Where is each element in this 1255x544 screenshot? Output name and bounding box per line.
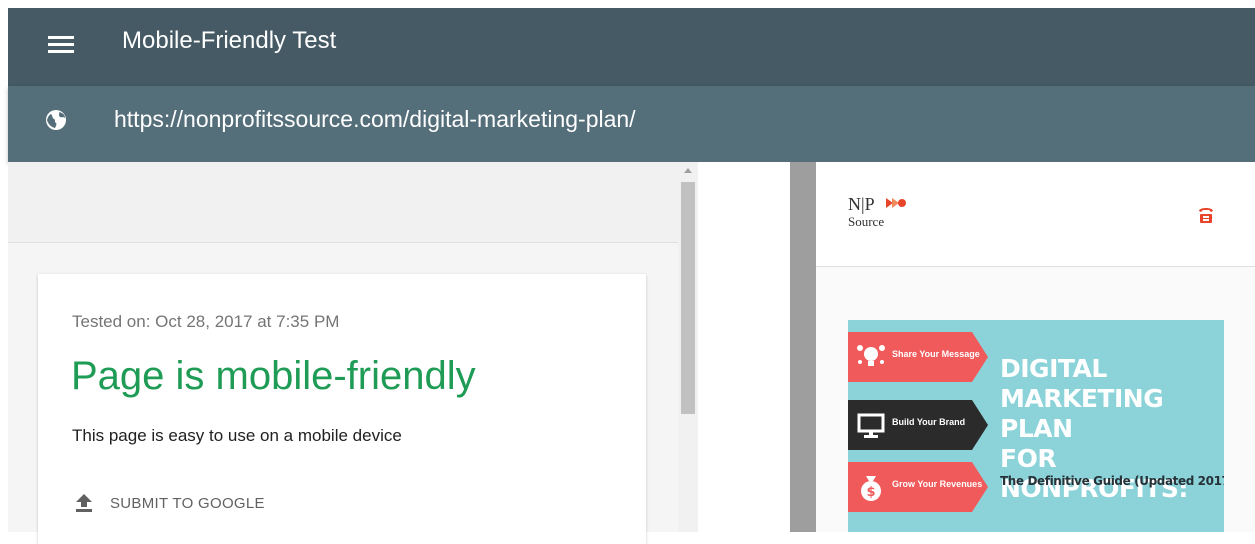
- logo-subtext: Source: [848, 214, 885, 229]
- submit-to-google-label: SUBMIT TO GOOGLE: [110, 494, 265, 512]
- banner-step-revenue: $ Grow Your Revenues: [848, 462, 988, 512]
- preview-site-header: N|P Source: [816, 162, 1255, 267]
- results-panel: Tested on: Oct 28, 2017 at 7:35 PM Page …: [8, 162, 678, 544]
- step-label: Share Your Message: [892, 349, 980, 359]
- status-title: Page is mobile-friendly: [71, 354, 476, 398]
- monitor-icon: [857, 413, 885, 438]
- phone-icon[interactable]: [1198, 206, 1214, 224]
- money-bag-icon: $: [861, 476, 881, 501]
- svg-text:$: $: [866, 485, 875, 500]
- banner-step-share: Share Your Message: [848, 332, 988, 382]
- scroll-up-arrow-icon[interactable]: [684, 168, 692, 173]
- logo-text: N|P: [848, 194, 875, 214]
- site-logo[interactable]: N|P Source: [848, 194, 918, 234]
- logo-arrows-icon: [886, 198, 906, 208]
- lightbulb-icon: [857, 345, 885, 366]
- globe-icon: [46, 110, 66, 130]
- banner-heading-line: DIGITAL: [1000, 354, 1107, 383]
- banner-subheading: The Definitive Guide (Updated 2017): [1000, 474, 1224, 488]
- step-label: Build Your Brand: [892, 417, 966, 427]
- tested-on-text: Tested on: Oct 28, 2017 at 7:35 PM: [72, 312, 340, 331]
- tested-url[interactable]: https://nonprofitssource.com/digital-mar…: [114, 104, 636, 134]
- hamburger-menu-icon[interactable]: [48, 34, 74, 54]
- upload-icon: [76, 494, 92, 512]
- step-label: Grow Your Revenues: [892, 479, 983, 489]
- scrollbar[interactable]: [678, 162, 698, 532]
- article-banner[interactable]: Share Your Message Build Your Brand $ Gr…: [848, 320, 1224, 532]
- banner-heading-line: MARKETING PLAN: [1000, 384, 1164, 443]
- banner-step-brand: Build Your Brand: [848, 400, 988, 450]
- scrollbar-thumb[interactable]: [681, 182, 695, 414]
- panel-gap: [698, 162, 790, 532]
- url-bar: https://nonprofitssource.com/digital-mar…: [8, 86, 1255, 162]
- submit-to-google-button[interactable]: SUBMIT TO GOOGLE: [76, 494, 265, 512]
- device-frame: [790, 162, 816, 532]
- result-card: Tested on: Oct 28, 2017 at 7:35 PM Page …: [38, 274, 646, 544]
- app-bar: Mobile-Friendly Test: [8, 8, 1255, 86]
- app-title: Mobile-Friendly Test: [122, 27, 337, 54]
- status-description: This page is easy to use on a mobile dev…: [72, 426, 402, 445]
- mobile-preview: N|P Source Share Your Message Build Your…: [816, 162, 1255, 532]
- results-header-strip: [8, 162, 678, 243]
